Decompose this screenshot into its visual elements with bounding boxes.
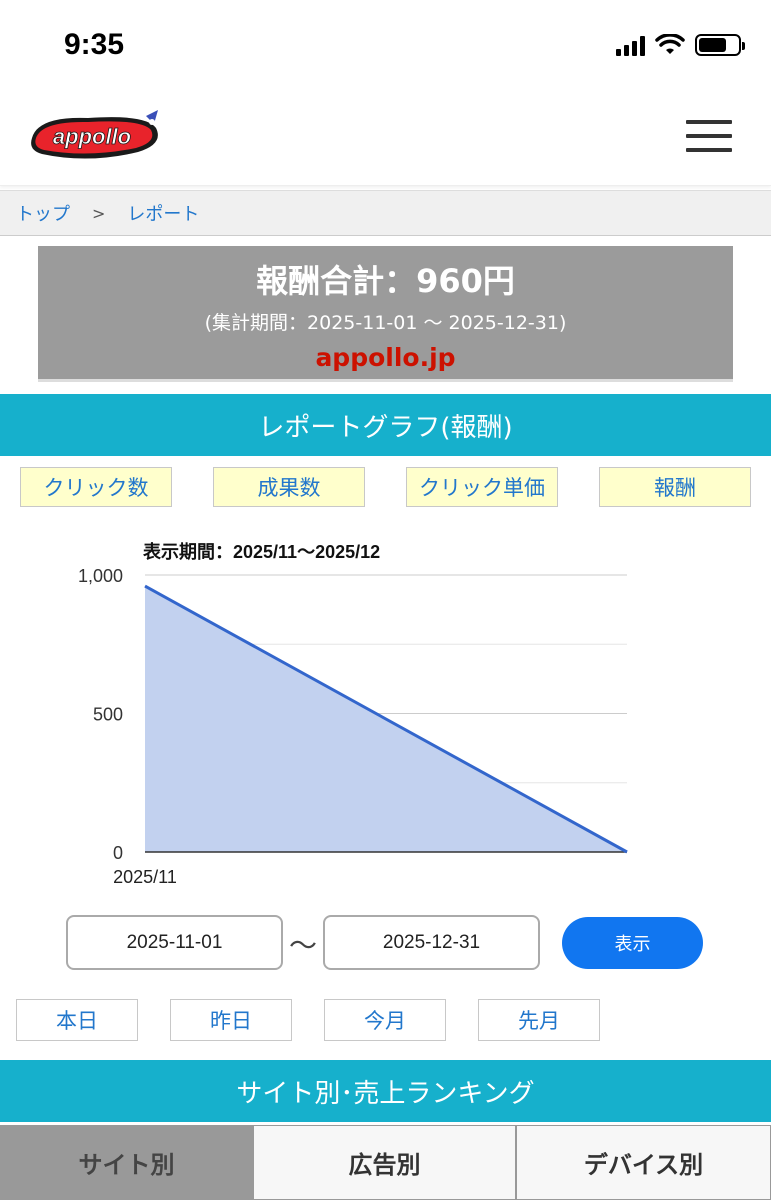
reward-summary: 報酬合計：960円 (集計期間：2025-11-01 〜 2025-12-31)…: [38, 246, 733, 382]
metric-conversions-button[interactable]: 成果数: [213, 467, 365, 507]
ranking-section-header: サイト別･売上ランキング: [0, 1060, 771, 1122]
reward-chart: 表示期間：2025/11〜2025/12 0 500 1,000 2025/11: [78, 541, 628, 887]
breadcrumb-separator: >: [92, 203, 106, 223]
breadcrumb-report-link[interactable]: レポート: [127, 200, 199, 226]
reward-total: 報酬合計：960円: [256, 262, 515, 300]
today-button[interactable]: 本日: [16, 999, 138, 1041]
battery-icon: [695, 34, 745, 56]
this-month-button[interactable]: 今月: [324, 999, 446, 1041]
chart-y-tick-label: 1,000: [78, 566, 123, 586]
tab-by-ad[interactable]: 広告別: [253, 1125, 516, 1200]
aggregation-period: (集計期間：2025-11-01 〜 2025-12-31): [204, 312, 567, 334]
chart-title: 表示期間：2025/11〜2025/12: [143, 541, 380, 562]
tab-by-site[interactable]: サイト別: [0, 1125, 253, 1200]
show-button[interactable]: 表示: [562, 917, 703, 969]
date-range-separator: 〜: [289, 929, 318, 962]
logo-text: appollo: [53, 124, 131, 149]
menu-icon[interactable]: [686, 120, 732, 154]
date-to-input[interactable]: [323, 915, 540, 970]
status-time: 9:35: [64, 28, 125, 61]
metric-reward-button[interactable]: 報酬: [599, 467, 751, 507]
cellular-signal-icon: [616, 34, 645, 56]
metric-clicks-button[interactable]: クリック数: [20, 467, 172, 507]
last-month-button[interactable]: 先月: [478, 999, 600, 1041]
date-from-input[interactable]: [66, 915, 283, 970]
site-name: appollo.jp: [315, 343, 456, 372]
site-header: appollo: [0, 90, 771, 186]
tab-by-device[interactable]: デバイス別: [516, 1125, 771, 1200]
metric-cpc-button[interactable]: クリック単価: [406, 467, 558, 507]
wifi-icon: [655, 34, 685, 54]
yesterday-button[interactable]: 昨日: [170, 999, 292, 1041]
appollo-logo[interactable]: appollo: [28, 108, 166, 164]
breadcrumb-top-link[interactable]: トップ: [16, 200, 70, 226]
breadcrumb: トップ > レポート: [0, 190, 771, 236]
chart-y-tick-label: 0: [113, 843, 123, 863]
chart-y-tick-label: 500: [93, 705, 123, 725]
status-bar: 9:35: [0, 0, 771, 90]
status-icons: [616, 34, 745, 56]
chart-x-tick-label: 2025/11: [113, 867, 177, 887]
graph-section-header: レポートグラフ(報酬): [0, 394, 771, 456]
